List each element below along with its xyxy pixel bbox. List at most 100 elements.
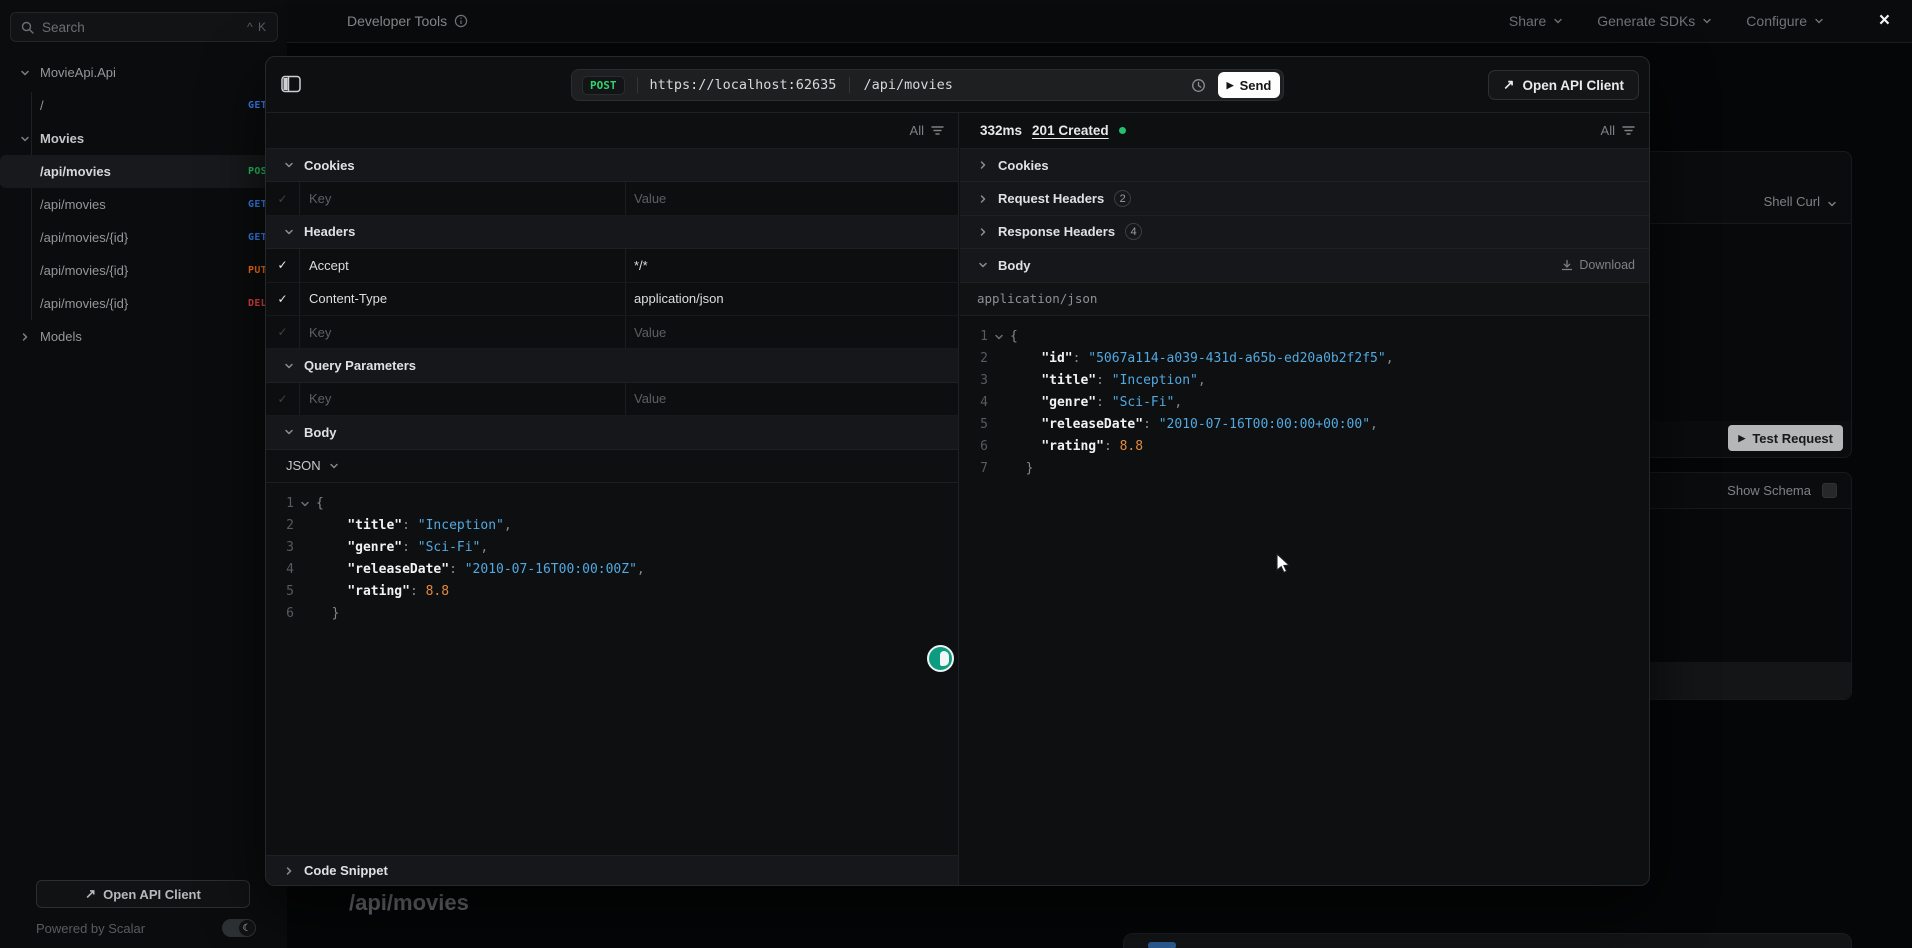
- chevron-down-icon: [284, 427, 294, 437]
- response-filter-control[interactable]: All: [1601, 123, 1635, 138]
- info-icon: [454, 14, 468, 28]
- section-label: Headers: [304, 224, 355, 239]
- request-section-query-parameters[interactable]: Query Parameters: [266, 349, 958, 382]
- value-cell[interactable]: */*: [626, 249, 958, 281]
- key-cell[interactable]: Key: [300, 316, 626, 348]
- code-snippet-section[interactable]: Code Snippet: [266, 855, 958, 885]
- request-filter-control[interactable]: All: [910, 123, 944, 138]
- code-line[interactable]: 1{: [266, 493, 958, 515]
- divider: [637, 77, 638, 93]
- row-checkbox[interactable]: ✓: [266, 249, 300, 281]
- sidebar-item-label: /api/movies: [40, 164, 111, 179]
- response-duration: 332ms: [980, 123, 1022, 138]
- line-number: 3: [960, 373, 988, 388]
- modal-topbar: POST https://localhost:62635 /api/movies…: [266, 57, 1649, 113]
- chevron-down-icon: [978, 260, 988, 270]
- section-label: Cookies: [304, 158, 355, 173]
- history-icon[interactable]: [1191, 78, 1206, 93]
- code-text: "rating": 8.8: [1010, 439, 1143, 454]
- body-language-label: JSON: [286, 458, 321, 473]
- share-menu[interactable]: Share: [1509, 13, 1563, 29]
- row-checkbox[interactable]: ✓: [266, 283, 300, 315]
- fold-chevron-icon[interactable]: [988, 332, 1010, 342]
- request-section-headers[interactable]: Headers: [266, 216, 958, 249]
- row-checkbox[interactable]: ✓: [266, 182, 300, 214]
- open-api-client-button-sidebar[interactable]: ↗ Open API Client: [36, 880, 250, 908]
- sidebar-item[interactable]: /api/movies/{id}DELETE: [0, 287, 287, 320]
- body-language-select[interactable]: JSON: [266, 450, 958, 483]
- key-cell[interactable]: Key: [300, 383, 626, 415]
- devtools-title: Developer Tools: [347, 0, 468, 42]
- download-button[interactable]: Download: [1561, 258, 1635, 272]
- value-cell[interactable]: Value: [626, 182, 958, 214]
- open-api-client-button[interactable]: ↗ Open API Client: [1488, 70, 1639, 100]
- external-link-icon: ↗: [1503, 77, 1514, 93]
- chevron-down-icon: [20, 68, 30, 78]
- test-request-button[interactable]: ▶ Test Request: [1728, 425, 1843, 451]
- line-number: 6: [266, 606, 294, 621]
- code-line[interactable]: 2 "title": "Inception",: [266, 515, 958, 537]
- value-cell[interactable]: Value: [626, 383, 958, 415]
- param-row: ✓KeyValue: [266, 316, 958, 349]
- param-row: ✓Accept*/*: [266, 249, 958, 282]
- path-input[interactable]: /api/movies: [849, 77, 952, 93]
- code-line[interactable]: 6 }: [266, 603, 958, 625]
- fold-chevron-icon[interactable]: [294, 499, 316, 509]
- base-url[interactable]: https://localhost:62635: [650, 77, 837, 93]
- powered-by-scalar[interactable]: Powered by Scalar: [36, 921, 145, 936]
- sidebar-item[interactable]: /api/movies/{id}PUT: [0, 254, 287, 287]
- request-body-editor[interactable]: 1{2 "title": "Inception",3 "genre": "Sci…: [266, 483, 958, 625]
- sidebar-item[interactable]: /api/movies/{id}GET: [0, 221, 287, 254]
- chevron-right-icon: [978, 160, 988, 170]
- line-number: 5: [266, 584, 294, 599]
- value-cell[interactable]: Value: [626, 316, 958, 348]
- sidebar-item[interactable]: /api/moviesPOST: [0, 155, 287, 188]
- code-line[interactable]: 5 "rating": 8.8: [266, 581, 958, 603]
- line-number: 3: [266, 540, 294, 555]
- send-button[interactable]: ▶ Send: [1218, 72, 1280, 98]
- method-badge[interactable]: POST: [582, 76, 625, 95]
- filter-all-label: All: [910, 123, 924, 138]
- request-section-cookies[interactable]: Cookies: [266, 149, 958, 182]
- search-box[interactable]: ^ K: [10, 12, 278, 42]
- code-line: 3 "title": "Inception",: [960, 370, 1649, 392]
- sidebar-group[interactable]: Models: [0, 320, 287, 353]
- value-cell[interactable]: application/json: [626, 283, 958, 315]
- scalar-logo[interactable]: [927, 645, 954, 672]
- code-line[interactable]: 4 "releaseDate": "2010-07-16T00:00:00Z",: [266, 559, 958, 581]
- scalar-logo-swoosh: [940, 651, 949, 666]
- sidebar-item[interactable]: /GET: [0, 89, 287, 122]
- response-status[interactable]: 201 Created: [1032, 123, 1109, 138]
- row-checkbox[interactable]: ✓: [266, 383, 300, 415]
- sidebar-group[interactable]: Movies: [0, 122, 287, 155]
- search-input[interactable]: [42, 20, 239, 35]
- key-cell[interactable]: Accept: [300, 249, 626, 281]
- code-text: "genre": "Sci-Fi",: [316, 540, 488, 555]
- sidebar-toggle-icon[interactable]: [281, 75, 301, 93]
- sidebar-item[interactable]: /api/moviesGET: [0, 188, 287, 221]
- key-cell[interactable]: Key: [300, 182, 626, 214]
- generate-sdks-menu[interactable]: Generate SDKs: [1597, 13, 1712, 29]
- header-menus: Share Generate SDKs Configure: [1509, 0, 1824, 42]
- configure-menu[interactable]: Configure: [1746, 13, 1824, 29]
- request-section-body[interactable]: Body: [266, 416, 958, 449]
- address-bar[interactable]: POST https://localhost:62635 /api/movies…: [571, 69, 1284, 101]
- code-line[interactable]: 3 "genre": "Sci-Fi",: [266, 537, 958, 559]
- close-icon[interactable]: ×: [1879, 0, 1890, 42]
- response-section-body[interactable]: BodyDownload: [960, 249, 1649, 282]
- response-section-response-headers[interactable]: Response Headers4: [960, 216, 1649, 249]
- response-section-cookies[interactable]: Cookies: [960, 149, 1649, 182]
- dark-mode-toggle[interactable]: ☾: [222, 919, 256, 937]
- response-sections: CookiesRequest Headers2Response Headers4…: [960, 149, 1649, 283]
- sidebar-item-label: Movies: [40, 131, 84, 146]
- share-menu-label: Share: [1509, 13, 1546, 29]
- status-dot: [1119, 127, 1126, 134]
- response-section-request-headers[interactable]: Request Headers2: [960, 182, 1649, 215]
- count-badge: 2: [1114, 190, 1131, 207]
- download-icon: [1561, 259, 1573, 271]
- row-checkbox[interactable]: ✓: [266, 316, 300, 348]
- key-cell[interactable]: Content-Type: [300, 283, 626, 315]
- param-row: ✓KeyValue: [266, 383, 958, 416]
- show-schema-checkbox[interactable]: [1822, 483, 1837, 498]
- sidebar-group[interactable]: MovieApi.Api: [0, 56, 287, 89]
